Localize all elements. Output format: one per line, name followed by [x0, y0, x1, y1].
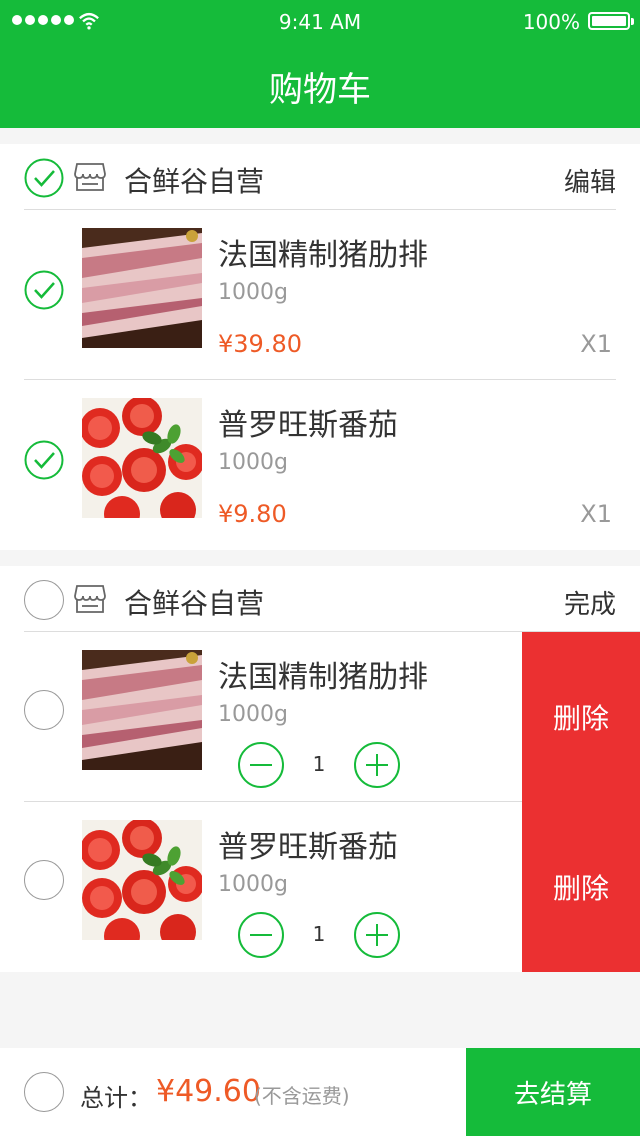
plus-icon[interactable] — [354, 742, 400, 788]
minus-icon[interactable] — [238, 742, 284, 788]
checkout-button[interactable]: 去结算 — [466, 1048, 640, 1136]
quantity-stepper: 1 — [238, 742, 400, 788]
page-title: 购物车 — [269, 70, 371, 110]
cart-item: 普罗旺斯番茄 1000g 1 删除 — [0, 802, 640, 972]
total-amount: ¥49.60 — [156, 1074, 261, 1109]
unchecked-circle-icon[interactable] — [24, 580, 64, 620]
tomato-image — [82, 398, 202, 518]
status-bar: 9:41 AM 100% — [0, 0, 640, 44]
battery-percent: 100% — [522, 10, 580, 34]
store-icon — [74, 585, 106, 613]
cart-item: 法国精制猪肋排 1000g 1 删除 — [0, 632, 640, 802]
product-name: 法国精制猪肋排 — [218, 660, 428, 695]
quantity-value: 1 — [312, 752, 326, 776]
tomato-image — [82, 820, 202, 940]
check-circle-icon[interactable] — [24, 270, 64, 310]
plus-icon[interactable] — [354, 912, 400, 958]
product-weight: 1000g — [218, 280, 288, 305]
cart-item: 法国精制猪肋排 1000g ¥39.80 X1 — [0, 210, 640, 380]
shop-section: 合鲜谷自营 编辑 法国精制猪肋排 1000g ¥39.80 X1 普罗旺斯番茄 … — [0, 144, 640, 550]
product-name: 普罗旺斯番茄 — [218, 408, 398, 443]
product-name: 普罗旺斯番茄 — [218, 830, 398, 865]
app-header: 9:41 AM 100% 购物车 — [0, 0, 640, 128]
product-weight: 1000g — [218, 702, 288, 727]
product-weight: 1000g — [218, 450, 288, 475]
shop-name: 合鲜谷自营 — [124, 165, 265, 198]
product-price: ¥39.80 — [218, 330, 302, 358]
shop-name: 合鲜谷自营 — [124, 587, 265, 620]
check-circle-icon[interactable] — [24, 158, 64, 198]
select-all-circle-icon[interactable] — [24, 1072, 64, 1112]
check-circle-icon[interactable] — [24, 440, 64, 480]
cart-item: 普罗旺斯番茄 1000g ¥9.80 X1 — [0, 380, 640, 550]
done-button[interactable]: 完成 — [564, 584, 616, 621]
product-quantity: X1 — [580, 500, 612, 528]
unchecked-circle-icon[interactable] — [24, 860, 64, 900]
product-price: ¥9.80 — [218, 500, 287, 528]
product-weight: 1000g — [218, 872, 288, 897]
unchecked-circle-icon[interactable] — [24, 690, 64, 730]
checkout-bar: 总计： ¥49.60 (不含运费) 去结算 — [0, 1048, 640, 1136]
edit-button[interactable]: 编辑 — [564, 162, 616, 199]
shop-header: 合鲜谷自营 编辑 — [0, 144, 640, 210]
delete-button[interactable]: 删除 — [522, 802, 640, 972]
ribs-image — [82, 650, 202, 770]
battery-icon — [588, 12, 634, 30]
quantity-stepper: 1 — [238, 912, 400, 958]
ribs-image — [82, 228, 202, 348]
total-label: 总计： — [80, 1084, 152, 1112]
quantity-value: 1 — [312, 922, 326, 946]
store-icon — [74, 163, 106, 191]
minus-icon[interactable] — [238, 912, 284, 958]
delete-button[interactable]: 删除 — [522, 632, 640, 802]
shop-section: 合鲜谷自营 完成 法国精制猪肋排 1000g 1 删除 普罗旺斯番茄 1000g… — [0, 566, 640, 972]
shipping-note: (不含运费) — [254, 1084, 350, 1108]
product-quantity: X1 — [580, 330, 612, 358]
product-name: 法国精制猪肋排 — [218, 238, 428, 273]
shop-header: 合鲜谷自营 完成 — [0, 566, 640, 632]
